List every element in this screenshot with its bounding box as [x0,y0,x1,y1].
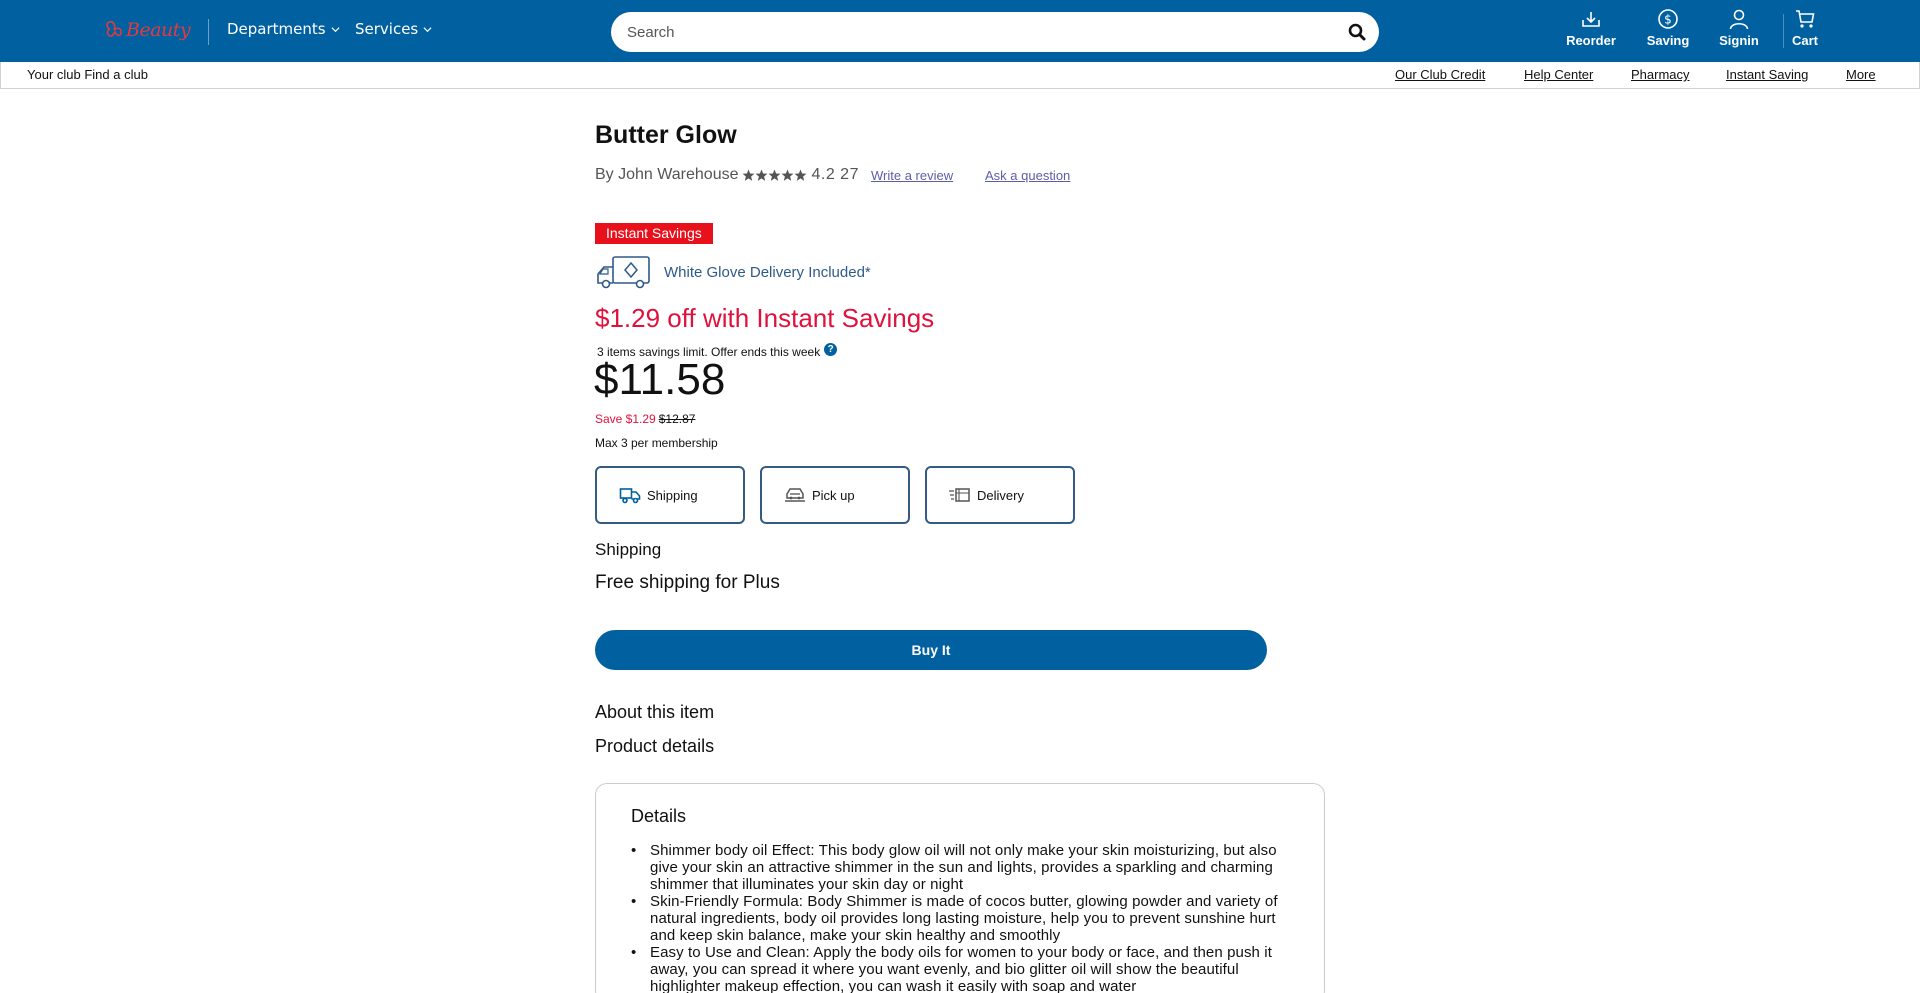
user-icon [1729,9,1749,30]
truck-icon [619,488,641,504]
logo-divider [208,19,209,45]
cart-label: Cart [1791,33,1818,48]
max-per-membership: Max 3 per membership [595,436,718,450]
cart-button[interactable]: Cart [1770,8,1840,52]
signin-button[interactable]: Signin [1704,8,1774,52]
list-item: Easy to Use and Clean: Apply the body oi… [631,944,1281,993]
rating-value[interactable]: 4.2 27 [811,166,858,184]
details-list: Shimmer body oil Effect: This body glow … [631,842,1281,993]
reorder-button[interactable]: Reorder [1556,8,1626,52]
instant-saving-link[interactable]: Instant Saving [1726,67,1808,82]
departments-menu[interactable]: Departments [227,20,340,38]
shipping-option-button[interactable]: Shipping [595,466,745,524]
help-icon[interactable]: ? [824,342,838,356]
saving-label: Saving [1646,33,1690,48]
logo-text: Beauty [126,19,191,41]
help-center-link[interactable]: Help Center [1524,67,1593,82]
top-navigation-bar: Beauty Departments Services Reorder $ Sa… [0,0,1920,62]
more-link[interactable]: More [1846,67,1876,82]
star-icon [743,169,755,181]
svg-text:$: $ [1664,13,1672,27]
delivery-included-text: White Glove Delivery Included* [664,263,871,281]
was-price: $12.87 [658,412,696,426]
buy-button[interactable]: Buy It [595,630,1267,670]
chevron-down-icon [331,26,340,32]
star-icon [756,169,768,181]
product-byline: By John Warehouse 4.2 27 [595,166,859,184]
free-shipping-note: Free shipping for Plus [595,572,780,593]
club-finder-text[interactable]: Your club Find a club [27,67,148,82]
write-review-link[interactable]: Write a review [871,168,953,183]
shipping-heading: Shipping [595,540,662,559]
site-logo[interactable]: Beauty [104,16,191,44]
list-item: Skin-Friendly Formula: Body Shimmer is m… [631,893,1281,944]
delivery-option-button[interactable]: Delivery [925,466,1075,524]
pickup-car-icon [785,488,805,502]
delivery-option-label: Delivery [977,487,1024,503]
product-details-heading: Product details [595,736,715,756]
pickup-option-button[interactable]: Pick up [760,466,910,524]
product-title: Butter Glow [595,121,737,149]
search-bar [611,12,1379,52]
club-credit-link[interactable]: Our Club Credit [1395,67,1485,82]
ask-question-link[interactable]: Ask a question [985,168,1070,183]
details-title: Details [631,806,687,826]
dollar-circle-icon: $ [1658,9,1678,29]
current-price: $11.58 [594,355,726,404]
star-icon [769,169,781,181]
cart-icon [1796,10,1815,28]
reorder-label: Reorder [1566,33,1616,48]
list-item: Shimmer body oil Effect: This body glow … [631,842,1281,893]
pickup-option-label: Pick up [812,487,855,503]
secondary-bar: Your club Find a club Our Club Credit He… [0,62,1920,89]
saving-button[interactable]: $ Saving [1633,8,1703,52]
brand-name[interactable]: By John Warehouse [595,166,738,184]
instant-savings-badge: Instant Savings [595,223,713,244]
star-icon [782,169,794,181]
reorder-icon [1582,12,1600,27]
shipping-option-label: Shipping [647,487,698,503]
rating-stars [742,169,807,182]
chevron-down-icon [423,26,432,32]
savings-headline: $1.29 off with Instant Savings [595,303,935,333]
logo-icon [106,21,122,37]
details-card: Details Shimmer body oil Effect: This bo… [595,783,1325,993]
pharmacy-link[interactable]: Pharmacy [1631,67,1690,82]
star-icon [795,169,807,181]
delivery-box-icon [949,488,970,502]
white-glove-delivery: White Glove Delivery Included* [595,255,871,289]
departments-label: Departments [227,20,326,38]
signin-label: Signin [1719,33,1759,48]
delivery-truck-icon [597,256,650,289]
search-icon[interactable] [1347,22,1367,42]
about-heading: About this item [595,702,715,722]
save-line: Save $1.29 $12.87 [595,412,695,426]
save-amount: Save $1.29 [595,412,656,426]
services-label: Services [355,20,419,38]
search-input[interactable] [627,12,1327,52]
services-menu[interactable]: Services [355,20,432,38]
